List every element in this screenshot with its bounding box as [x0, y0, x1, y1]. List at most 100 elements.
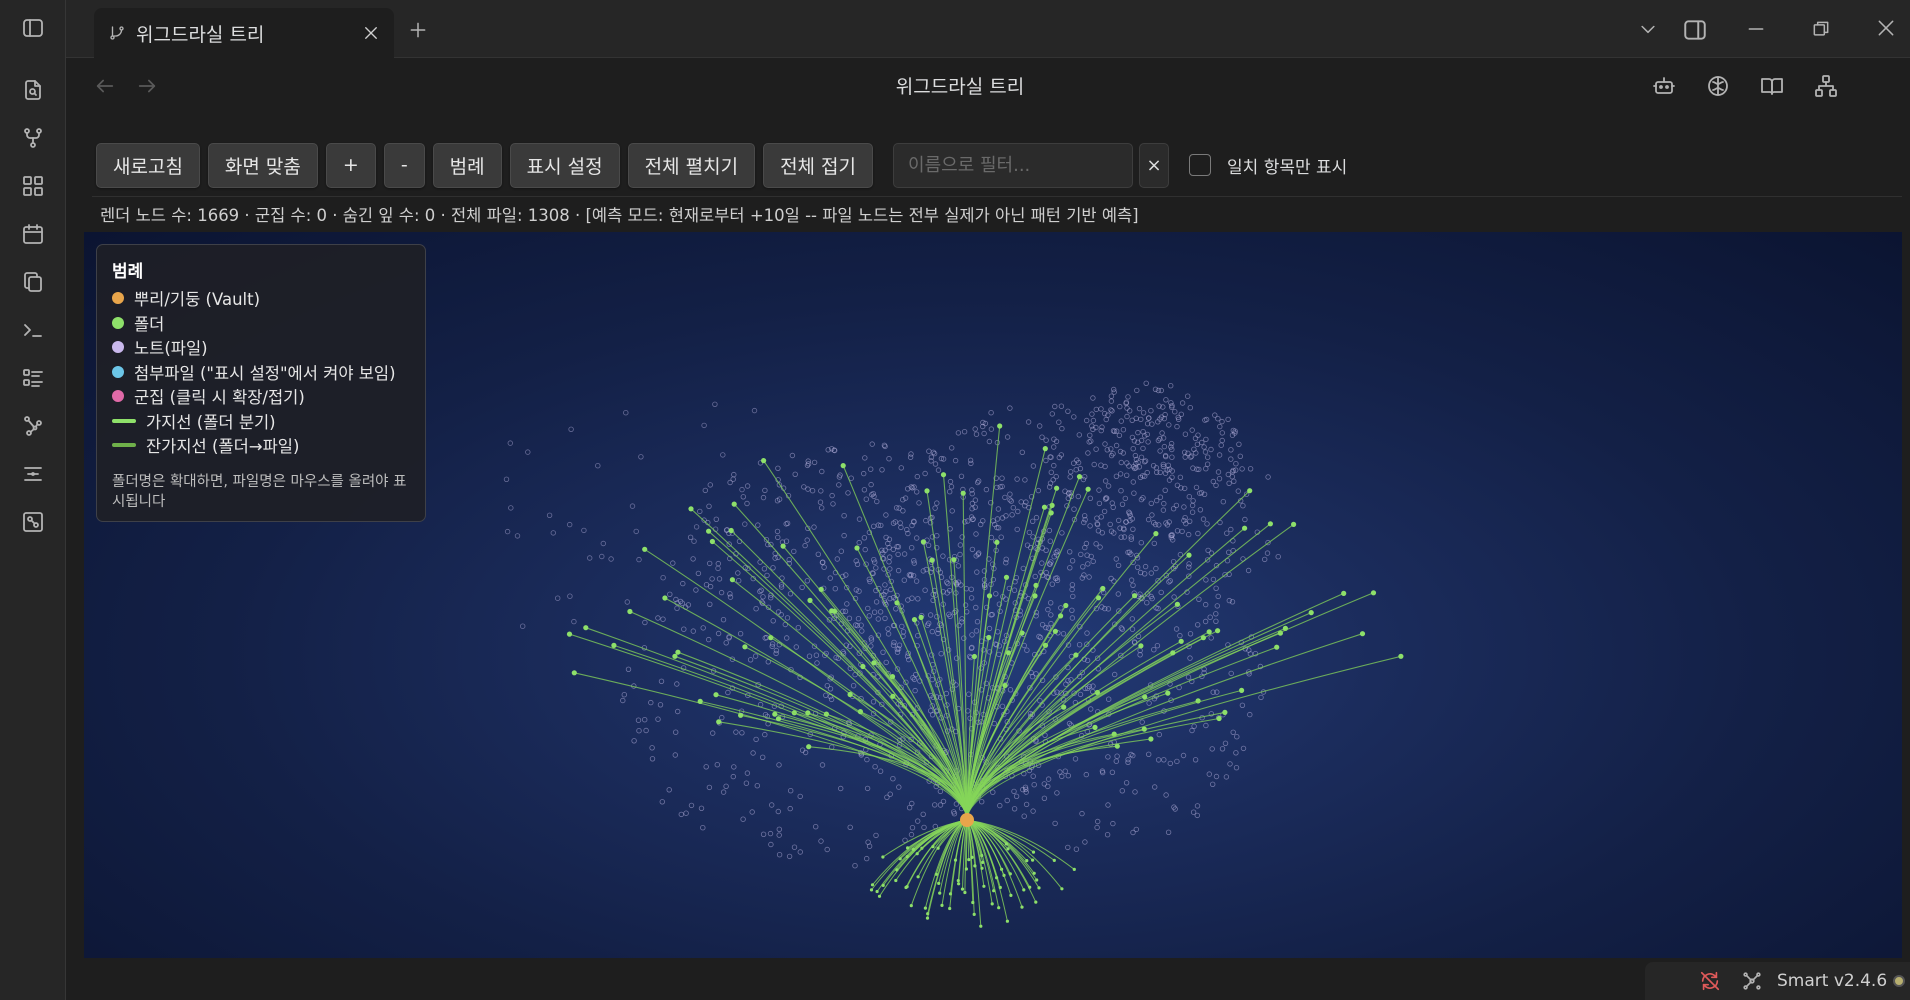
note-node: [1087, 523, 1093, 529]
note-node: [1030, 773, 1036, 779]
sitemap-icon[interactable]: [1814, 74, 1838, 98]
copy-files-icon[interactable]: [19, 268, 47, 296]
note-node: [710, 730, 716, 736]
note-node: [1148, 407, 1154, 414]
note-node: [793, 644, 799, 650]
note-node: [899, 623, 905, 630]
note-node: [1234, 734, 1240, 740]
note-node: [1153, 565, 1159, 572]
note-node: [893, 606, 899, 612]
terminal-icon[interactable]: [19, 316, 47, 344]
minimize-icon[interactable]: [1746, 19, 1766, 39]
search-file-icon[interactable]: [19, 76, 47, 104]
root-line: [965, 819, 968, 870]
note-node: [888, 586, 894, 593]
note-node: [947, 478, 954, 485]
fit-screen-button[interactable]: 화면 맞춤: [207, 142, 318, 188]
note-node: [1233, 460, 1239, 467]
legend-item-label: 가지선 (폴더 분기): [146, 412, 276, 432]
note-node: [1144, 600, 1150, 606]
legend-dot-icon: [112, 292, 124, 305]
chevron-down-icon[interactable]: [1638, 19, 1658, 39]
root-node: [1020, 905, 1024, 909]
note-node: [1155, 757, 1162, 763]
zoom-out-button[interactable]: -: [383, 142, 425, 188]
note-node: [1192, 435, 1199, 441]
right-sidebar-icon[interactable]: [1682, 17, 1708, 43]
dashboard-icon[interactable]: [19, 172, 47, 200]
restore-icon[interactable]: [1811, 19, 1831, 39]
expand-all-button[interactable]: 전체 펼치기: [627, 142, 756, 188]
note-node: [723, 783, 729, 789]
note-node: [715, 565, 721, 572]
branch-icon: [108, 24, 126, 42]
legend-title: 범례: [112, 262, 144, 282]
smart-version-label[interactable]: Smart v2.4.6: [1777, 971, 1887, 991]
note-node: [1236, 441, 1242, 447]
note-node: [1123, 472, 1130, 478]
name-filter-input[interactable]: [893, 142, 1134, 188]
note-node: [1156, 522, 1162, 528]
legend-toggle-button[interactable]: 범례: [432, 142, 502, 188]
note-node: [845, 490, 851, 496]
robot-icon[interactable]: [1652, 74, 1676, 98]
note-node: [932, 505, 938, 511]
note-node: [1135, 429, 1141, 436]
folder-node: [929, 557, 935, 563]
refresh-button[interactable]: 새로고침: [96, 142, 200, 188]
note-node: [1067, 565, 1073, 571]
note-node: [568, 426, 574, 432]
note-node: [1054, 790, 1060, 796]
clear-filter-button[interactable]: ×: [1139, 142, 1170, 188]
folder-node: [775, 716, 782, 722]
note-node: [1105, 483, 1112, 489]
note-node: [567, 593, 573, 599]
new-tab-icon[interactable]: [408, 20, 428, 40]
note-node: [599, 553, 605, 560]
note-node: [1007, 687, 1014, 693]
note-node: [883, 659, 889, 666]
note-node: [667, 591, 673, 597]
note-node: [967, 457, 974, 463]
brain-icon[interactable]: [1706, 74, 1730, 98]
book-open-icon[interactable]: [1760, 74, 1784, 98]
note-node: [757, 588, 763, 595]
root-node: [881, 855, 885, 859]
display-settings-button[interactable]: 표시 설정: [509, 142, 620, 188]
graph-network-icon[interactable]: [19, 412, 47, 440]
note-node: [1191, 446, 1197, 452]
calendar-icon[interactable]: [19, 220, 47, 248]
list-icon[interactable]: [19, 364, 47, 392]
sync-off-icon[interactable]: [1699, 970, 1721, 992]
match-only-checkbox[interactable]: [1189, 154, 1212, 176]
note-node: [1024, 542, 1031, 548]
note-node: [994, 516, 1001, 522]
note-node: [1157, 494, 1164, 500]
note-node: [747, 657, 754, 663]
note-node: [865, 605, 871, 612]
note-node: [1155, 387, 1162, 394]
folder-node: [761, 458, 767, 464]
root-node: [1031, 858, 1035, 862]
git-fork-icon[interactable]: [19, 124, 47, 152]
root-node: [1005, 919, 1010, 923]
note-node: [1076, 432, 1082, 438]
tab-yggdrasil[interactable]: 위그드라실 트리: [94, 8, 394, 58]
note-node: [873, 599, 880, 605]
note-node: [846, 615, 853, 621]
smart-connections-icon[interactable]: [1741, 970, 1763, 992]
note-node: [1119, 788, 1125, 794]
close-tab-icon[interactable]: [362, 24, 380, 42]
close-window-icon[interactable]: [1876, 18, 1896, 38]
note-node: [940, 553, 946, 559]
note-node: [1113, 442, 1120, 449]
collapse-all-button[interactable]: 전체 접기: [763, 142, 874, 188]
root-node: [948, 906, 952, 911]
puzzle-box-icon[interactable]: [19, 508, 47, 536]
note-node: [707, 601, 713, 607]
note-node: [887, 554, 893, 560]
note-node: [862, 546, 868, 553]
zoom-in-button[interactable]: +: [325, 142, 376, 188]
toggle-sidebar-icon[interactable]: [19, 14, 47, 42]
filter-lines-icon[interactable]: [19, 460, 47, 488]
